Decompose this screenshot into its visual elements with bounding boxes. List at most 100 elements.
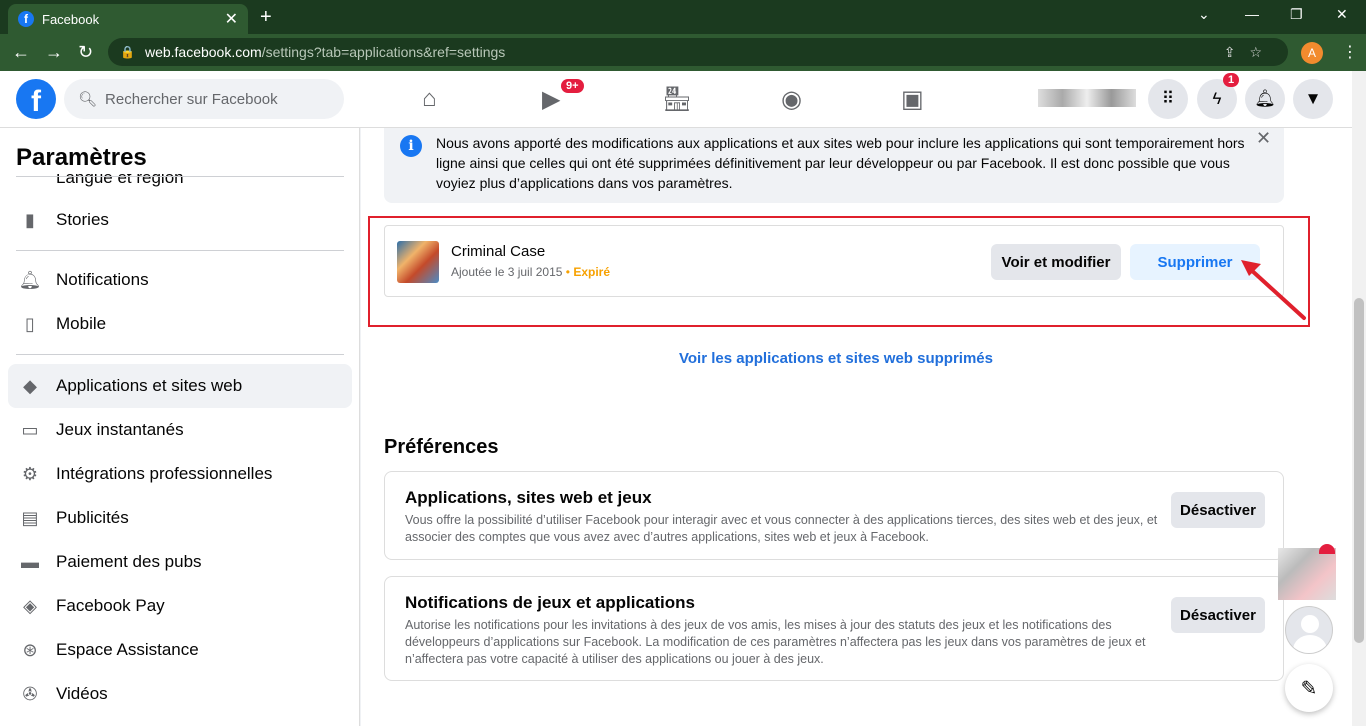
pay-icon: ◈ bbox=[23, 595, 37, 616]
url-actions: ⇪☆ bbox=[1224, 44, 1276, 61]
notifications-button[interactable]: 🔔︎ bbox=[1245, 79, 1285, 119]
browser-menu-icon[interactable]: ⋮ bbox=[1342, 42, 1358, 62]
back-icon[interactable]: ← bbox=[12, 42, 30, 63]
messenger-badge: 1 bbox=[1223, 73, 1240, 87]
grid-icon: ⠿ bbox=[1161, 89, 1175, 108]
sidebar-item-mobile[interactable]: ▯ Mobile bbox=[8, 302, 352, 346]
sidebar-item-ads-payments[interactable]: ▬ Paiement des pubs bbox=[8, 540, 352, 584]
preference-card-apps: Applications, sites web et jeux Vous off… bbox=[384, 471, 1284, 560]
sidebar-item-notifications[interactable]: 🔔︎ Notifications bbox=[8, 258, 352, 302]
caret-down-icon: ▼ bbox=[1304, 89, 1322, 108]
close-icon[interactable]: ✕ bbox=[1256, 128, 1271, 149]
home-icon[interactable]: ⌂ bbox=[422, 85, 437, 113]
business-integrations-icon: ⚙ bbox=[21, 463, 39, 484]
browser-tab-bar: f Facebook ✕ + ⌄ — ❐ ✕ bbox=[0, 0, 1366, 34]
mobile-icon: ▯ bbox=[25, 313, 35, 334]
gaming-icon[interactable]: ▣ bbox=[901, 85, 924, 114]
deactivate-notifications-button[interactable]: Désactiver bbox=[1171, 597, 1265, 633]
sidebar-item-support[interactable]: ⊛ Espace Assistance bbox=[8, 628, 352, 672]
bell-icon: 🔔︎ bbox=[18, 269, 42, 290]
gamepad-icon: ▭ bbox=[21, 419, 39, 440]
watch-badge: 9+ bbox=[561, 79, 584, 93]
sidebar-item-applications[interactable]: ◆ Applications et sites web bbox=[8, 364, 352, 408]
sidebar-item-instant-games[interactable]: ▭ Jeux instantanés bbox=[8, 408, 352, 452]
floating-avatar[interactable] bbox=[1285, 606, 1333, 654]
sidebar-item-stories[interactable]: ▮ Stories bbox=[8, 198, 352, 242]
sidebar-item-label: Facebook Pay bbox=[56, 596, 165, 615]
app-name[interactable]: Criminal Case bbox=[451, 243, 545, 260]
forward-icon[interactable]: → bbox=[45, 42, 63, 63]
film-icon: ✇ bbox=[22, 683, 38, 704]
search-icon: 🔍︎ bbox=[78, 91, 98, 108]
preference-description: Autorise les notifications pour les invi… bbox=[405, 618, 1146, 666]
browser-tab[interactable]: f Facebook ✕ bbox=[8, 4, 248, 34]
sidebar-item-videos[interactable]: ✇ Vidéos bbox=[8, 672, 352, 716]
deactivate-apps-button[interactable]: Désactiver bbox=[1171, 492, 1265, 528]
profile-name-blurred[interactable] bbox=[1038, 89, 1136, 107]
settings-sidebar: Langue et région Paramètres ▮ Stories 🔔︎… bbox=[0, 128, 360, 726]
ads-icon: ▤ bbox=[21, 507, 39, 528]
sidebar-item-label: Notifications bbox=[56, 270, 149, 289]
sidebar-item-label: Vidéos bbox=[56, 684, 108, 703]
bookmark-star-icon[interactable]: ☆ bbox=[1249, 44, 1276, 60]
red-arrow-annotation bbox=[1241, 260, 1306, 320]
sidebar-item-label: Espace Assistance bbox=[56, 640, 199, 659]
new-tab-icon[interactable]: + bbox=[260, 6, 272, 29]
lock-icon: 🔒 bbox=[120, 45, 135, 59]
sidebar-item-ads[interactable]: ▤ Publicités bbox=[8, 496, 352, 540]
messenger-icon: ϟ bbox=[1212, 89, 1222, 108]
view-edit-button[interactable]: Voir et modifier bbox=[991, 244, 1121, 280]
sidebar-item-label: Intégrations professionnelles bbox=[56, 464, 273, 483]
browser-profile-avatar[interactable]: A bbox=[1301, 42, 1323, 64]
search-placeholder: Rechercher sur Facebook bbox=[105, 90, 278, 108]
sidebar-title: Paramètres bbox=[16, 144, 346, 174]
close-window-icon[interactable]: ✕ bbox=[1336, 6, 1348, 23]
sidebar-item-label: Jeux instantanés bbox=[56, 420, 184, 439]
info-banner: i Nous avons apporté des modifications a… bbox=[384, 128, 1284, 203]
lifebuoy-icon: ⊛ bbox=[22, 639, 38, 660]
facebook-header: f 🔍︎ Rechercher sur Facebook ⌂ ▶ 9+ 🏪︎ ◉… bbox=[0, 71, 1352, 128]
preference-title: Notifications de jeux et applications bbox=[405, 593, 695, 612]
menu-grid-button[interactable]: ⠿ bbox=[1148, 79, 1188, 119]
new-message-button[interactable]: ✎ bbox=[1285, 664, 1333, 712]
url-path: /settings?tab=applications&ref=settings bbox=[261, 44, 506, 60]
sidebar-item-label: Mobile bbox=[56, 314, 107, 333]
app-card: Criminal Case Ajoutée le 3 juil 2015 • E… bbox=[384, 225, 1284, 297]
facebook-logo-icon[interactable]: f bbox=[16, 79, 56, 119]
page-scrollbar-thumb[interactable] bbox=[1354, 298, 1364, 643]
settings-main: i Nous avons apporté des modifications a… bbox=[361, 128, 1352, 726]
facebook-favicon-icon: f bbox=[18, 11, 34, 27]
search-input[interactable]: 🔍︎ Rechercher sur Facebook bbox=[64, 79, 344, 119]
sidebar-item-label: Publicités bbox=[56, 508, 129, 527]
avatar-head-shape bbox=[1301, 615, 1319, 633]
account-button[interactable]: ▼ bbox=[1293, 79, 1333, 119]
floating-contact-blurred[interactable] bbox=[1278, 548, 1336, 600]
tab-title: Facebook bbox=[42, 11, 100, 27]
url-host: web.facebook.com bbox=[144, 44, 262, 60]
browser-address-bar: ← → ↻ 🔒 web.facebook.com/settings?tab=ap… bbox=[0, 34, 1366, 71]
cube-icon: ◆ bbox=[23, 375, 37, 396]
marketplace-icon[interactable]: 🏪︎ bbox=[662, 85, 692, 114]
preference-description: Vous offre la possibilité d’utiliser Fac… bbox=[405, 513, 1158, 544]
sidebar-item-label: Paiement des pubs bbox=[56, 552, 202, 571]
info-banner-text: Nous avons apporté des modifications aux… bbox=[436, 135, 1245, 191]
sidebar-item-label: Applications et sites web bbox=[56, 376, 243, 395]
groups-icon[interactable]: ◉ bbox=[781, 85, 802, 114]
stories-icon: ▮ bbox=[25, 209, 35, 230]
preferences-title: Préférences bbox=[384, 436, 499, 458]
reload-icon[interactable]: ↻ bbox=[78, 42, 93, 63]
minimize-icon[interactable]: — bbox=[1245, 6, 1259, 22]
restore-icon[interactable]: ❐ bbox=[1290, 6, 1303, 23]
share-icon[interactable]: ⇪ bbox=[1224, 44, 1250, 60]
app-status: Expiré bbox=[573, 265, 610, 279]
removed-apps-link[interactable]: Voir les applications et sites web suppr… bbox=[361, 350, 1311, 367]
sidebar-item-business-integrations[interactable]: ⚙ Intégrations professionnelles bbox=[8, 452, 352, 496]
bell-icon: 🔔︎ bbox=[1254, 89, 1276, 108]
app-thumbnail[interactable] bbox=[397, 241, 439, 283]
url-field[interactable]: 🔒 web.facebook.com/settings?tab=applicat… bbox=[108, 38, 1288, 66]
sidebar-divider bbox=[16, 250, 344, 251]
watch-icon[interactable]: ▶ bbox=[542, 85, 560, 114]
close-tab-icon[interactable]: ✕ bbox=[225, 9, 238, 29]
tab-search-chevron-icon[interactable]: ⌄ bbox=[1198, 6, 1210, 23]
sidebar-item-facebook-pay[interactable]: ◈ Facebook Pay bbox=[8, 584, 352, 628]
